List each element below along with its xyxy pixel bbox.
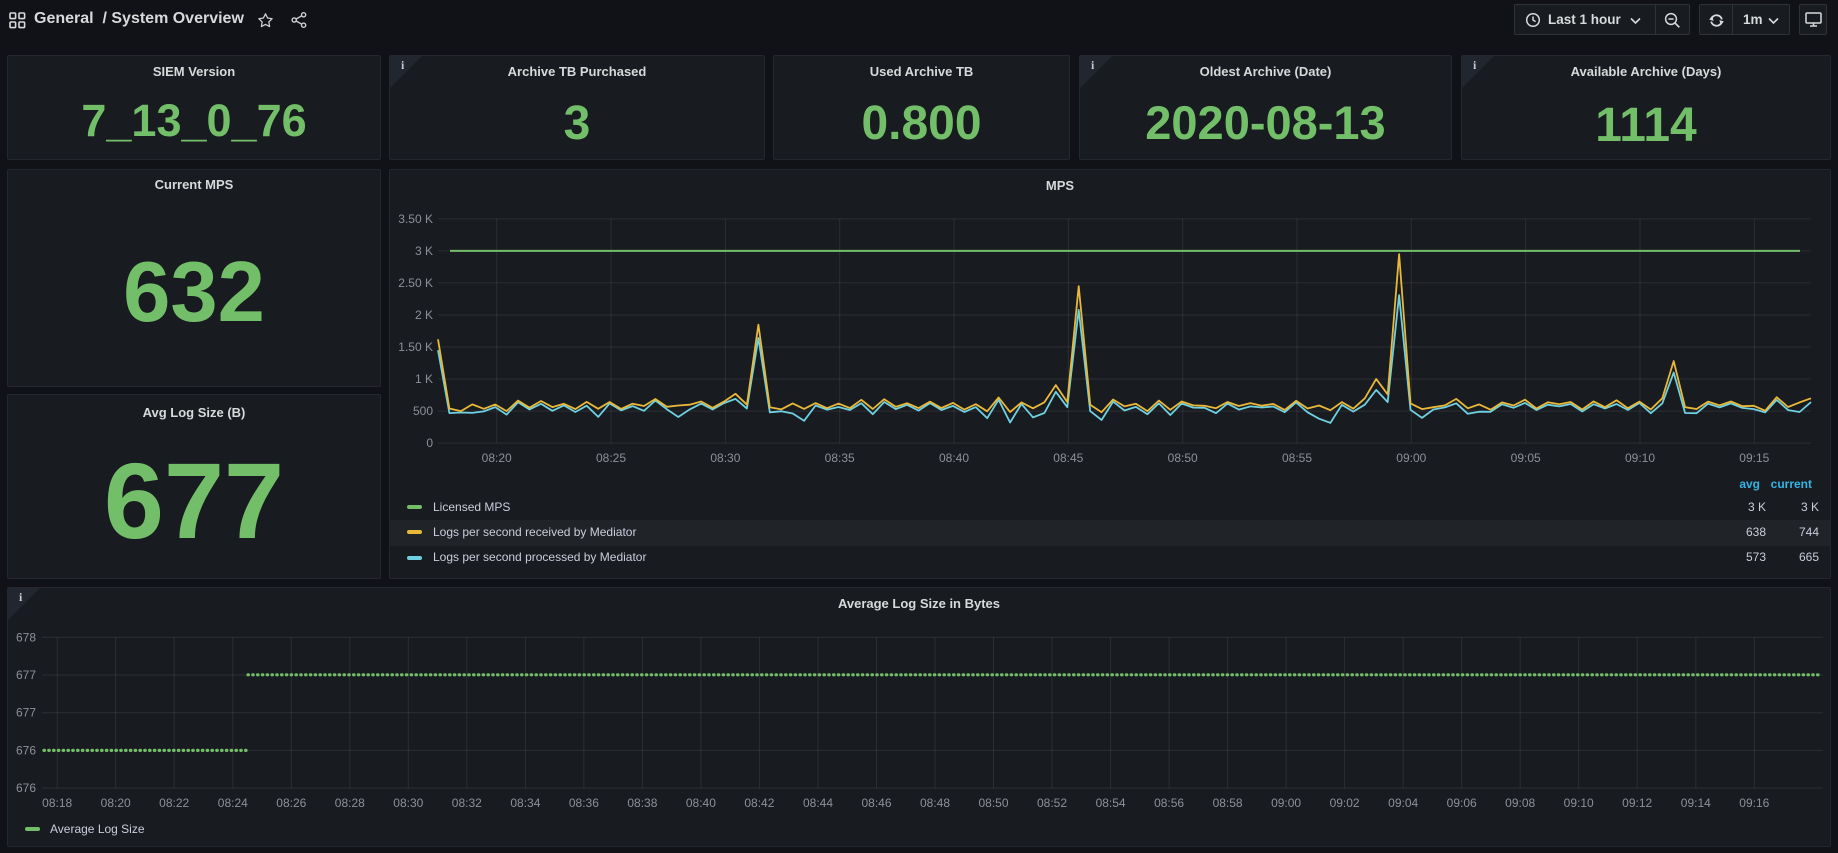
svg-text:09:14: 09:14 xyxy=(1681,796,1711,810)
svg-text:677: 677 xyxy=(16,668,36,682)
svg-text:09:10: 09:10 xyxy=(1625,451,1655,465)
svg-text:1 K: 1 K xyxy=(415,372,433,386)
svg-text:09:16: 09:16 xyxy=(1739,796,1769,810)
svg-text:2.50 K: 2.50 K xyxy=(398,276,433,290)
svg-text:08:48: 08:48 xyxy=(920,796,950,810)
svg-text:08:35: 08:35 xyxy=(825,451,855,465)
svg-text:09:12: 09:12 xyxy=(1622,796,1652,810)
svg-text:678: 678 xyxy=(16,630,36,644)
svg-text:08:40: 08:40 xyxy=(939,451,969,465)
svg-text:08:36: 08:36 xyxy=(569,796,599,810)
svg-text:3 K: 3 K xyxy=(415,244,433,258)
svg-text:08:54: 08:54 xyxy=(1096,796,1126,810)
svg-text:08:28: 08:28 xyxy=(335,796,365,810)
svg-text:09:06: 09:06 xyxy=(1447,796,1477,810)
svg-text:676: 676 xyxy=(16,781,36,795)
svg-text:08:45: 08:45 xyxy=(1053,451,1083,465)
svg-text:08:52: 08:52 xyxy=(1037,796,1067,810)
svg-text:08:30: 08:30 xyxy=(710,451,740,465)
svg-text:08:32: 08:32 xyxy=(452,796,482,810)
svg-text:677: 677 xyxy=(16,706,36,720)
svg-text:09:00: 09:00 xyxy=(1271,796,1301,810)
svg-text:08:56: 08:56 xyxy=(1154,796,1184,810)
svg-text:08:46: 08:46 xyxy=(861,796,891,810)
svg-text:09:15: 09:15 xyxy=(1739,451,1769,465)
svg-text:08:44: 08:44 xyxy=(803,796,833,810)
svg-text:500: 500 xyxy=(413,404,433,418)
svg-text:1.50 K: 1.50 K xyxy=(398,340,433,354)
svg-text:09:02: 09:02 xyxy=(1330,796,1360,810)
svg-text:08:50: 08:50 xyxy=(978,796,1008,810)
svg-text:08:20: 08:20 xyxy=(482,451,512,465)
svg-text:08:25: 08:25 xyxy=(596,451,626,465)
svg-text:08:50: 08:50 xyxy=(1168,451,1198,465)
svg-text:08:20: 08:20 xyxy=(101,796,131,810)
svg-text:08:55: 08:55 xyxy=(1282,451,1312,465)
svg-text:676: 676 xyxy=(16,743,36,757)
svg-text:09:04: 09:04 xyxy=(1388,796,1418,810)
svg-text:08:18: 08:18 xyxy=(42,796,72,810)
svg-text:09:00: 09:00 xyxy=(1396,451,1426,465)
svg-text:08:38: 08:38 xyxy=(627,796,657,810)
svg-text:08:26: 08:26 xyxy=(276,796,306,810)
svg-text:08:22: 08:22 xyxy=(159,796,189,810)
svg-text:08:34: 08:34 xyxy=(510,796,540,810)
svg-text:08:24: 08:24 xyxy=(218,796,248,810)
svg-text:09:05: 09:05 xyxy=(1511,451,1541,465)
svg-text:3.50 K: 3.50 K xyxy=(398,212,433,226)
svg-text:08:30: 08:30 xyxy=(393,796,423,810)
svg-text:08:42: 08:42 xyxy=(744,796,774,810)
svg-text:09:08: 09:08 xyxy=(1505,796,1535,810)
svg-text:08:58: 08:58 xyxy=(1213,796,1243,810)
svg-text:08:40: 08:40 xyxy=(686,796,716,810)
svg-text:2 K: 2 K xyxy=(415,308,433,322)
svg-text:0: 0 xyxy=(426,436,433,450)
svg-text:09:10: 09:10 xyxy=(1564,796,1594,810)
